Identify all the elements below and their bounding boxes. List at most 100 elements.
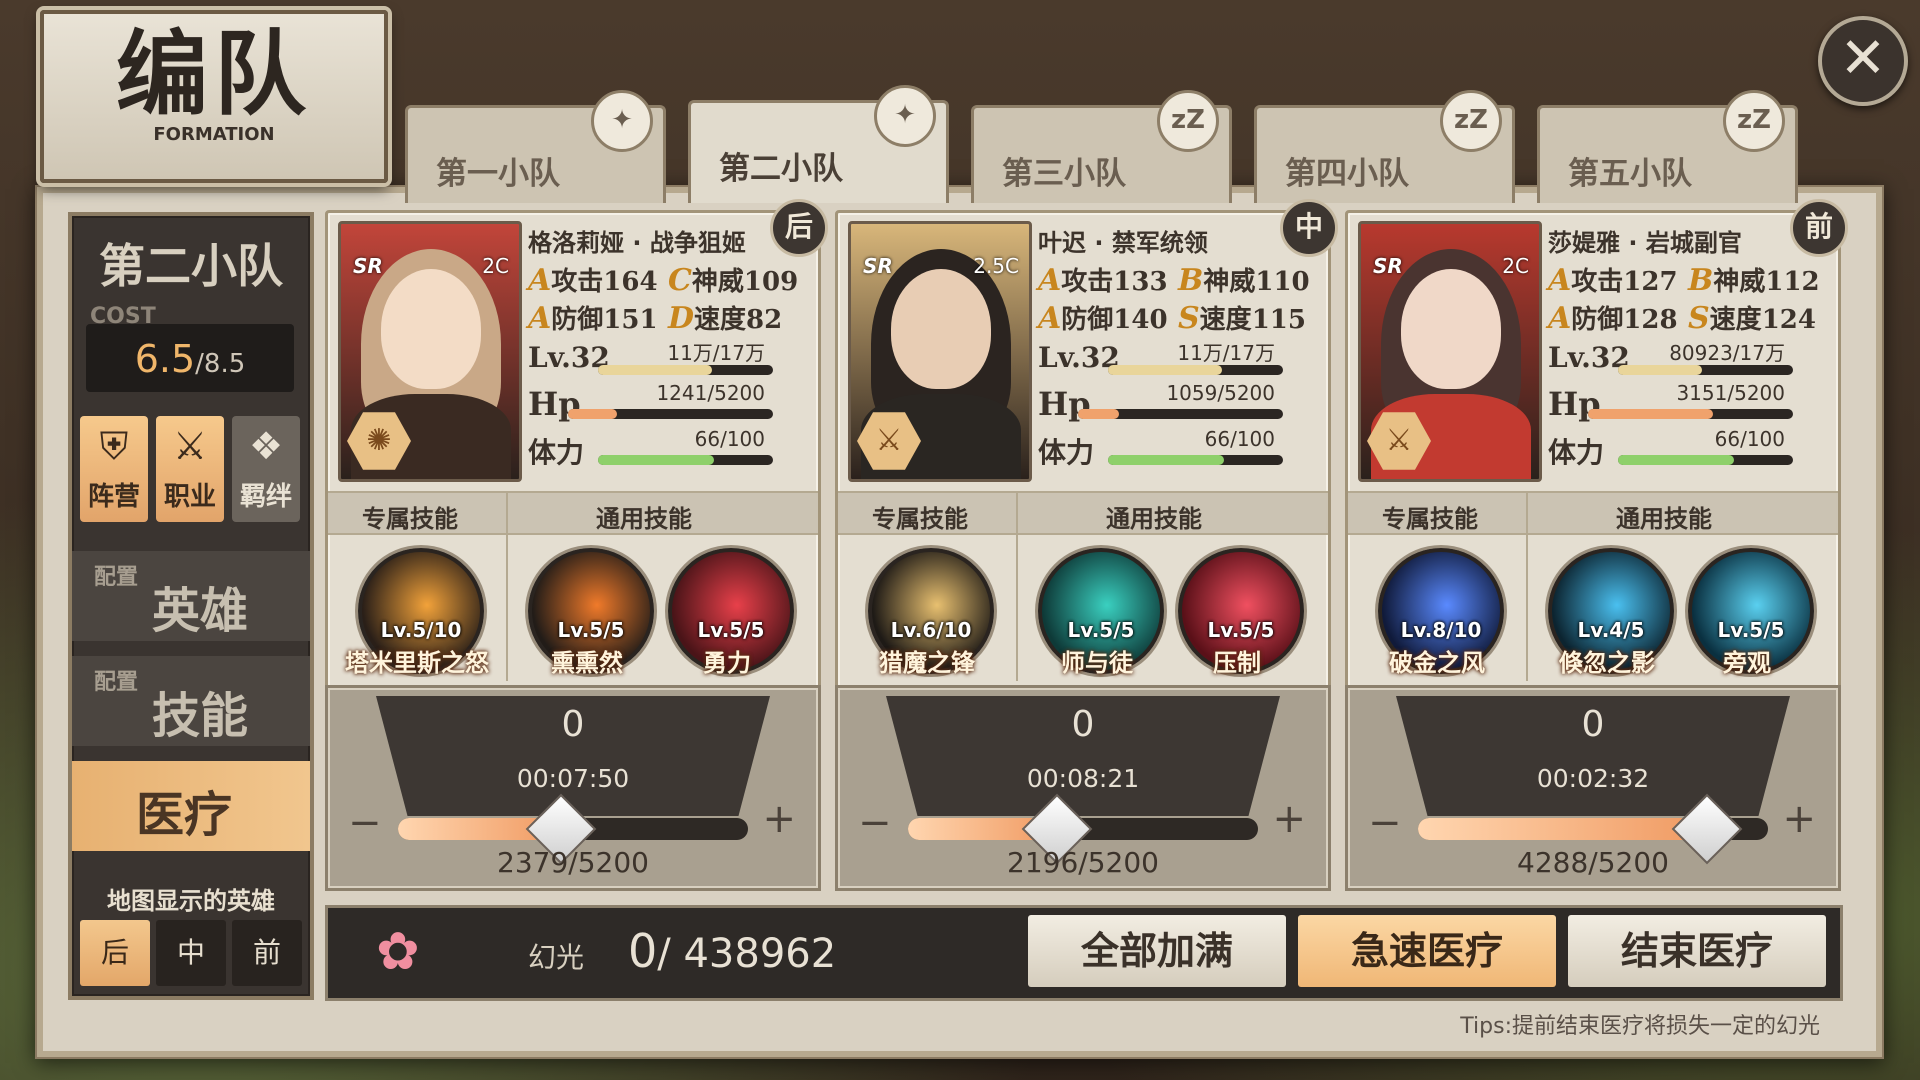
- sidebar: 第二小队 COST 6.5/8.5 ⛨ 阵营 ⚔ 职业 ❖ 羁绊 配置 英雄 配…: [68, 212, 314, 1000]
- skill-level: Lv.4/5: [1577, 618, 1645, 642]
- stat-speed: S速度124: [1688, 301, 1816, 336]
- minus-button[interactable]: −: [348, 800, 382, 846]
- menu-big-label: 技能: [152, 688, 249, 744]
- hero-portrait[interactable]: SR 2C ⚔: [1358, 221, 1542, 482]
- stamina-row: 体力 66/100: [1038, 427, 1293, 471]
- title-plate: 编队 FORMATION: [40, 10, 388, 183]
- hero-card[interactable]: SR 2C ⚔ 前 莎媞雅 · 岩城副官 A攻击127 B神威112 A防御12…: [1345, 199, 1848, 691]
- hero-cost: 2C: [482, 254, 509, 278]
- hp-bar-fill: [1078, 409, 1119, 419]
- page-subtitle: FORMATION: [153, 124, 275, 145]
- stamina-value: 66/100: [1204, 427, 1275, 451]
- hp-bar-fill: [568, 409, 618, 419]
- sparkle-icon: ✦: [874, 85, 936, 147]
- heal-count: 0: [1071, 704, 1095, 745]
- general-skill-label: 通用技能: [596, 505, 692, 533]
- exclusive-skill-label: 专属技能: [1382, 505, 1478, 533]
- end-heal-button[interactable]: 结束医疗: [1568, 915, 1826, 987]
- minus-button[interactable]: −: [1368, 800, 1402, 846]
- hero-card[interactable]: SR 2.5C ⚔ 中 叶迟 · 禁军统领 A攻击133 B神威110 A防御1…: [835, 199, 1338, 691]
- menu-configure-skills[interactable]: 配置 技能: [72, 656, 310, 746]
- class-button[interactable]: ⚔ 职业: [156, 416, 224, 522]
- menu-small-label: 配置: [94, 670, 139, 695]
- bottom-bar: ✿ 幻光 0/ 438962 全部加满 急速医疗 结束医疗: [325, 905, 1843, 1001]
- heal-slider[interactable]: [398, 793, 748, 865]
- skill-level: Lv.8/10: [1400, 618, 1482, 642]
- exclusive-skill-label: 专属技能: [362, 505, 458, 533]
- menu-small-label: 配置: [94, 565, 139, 590]
- skill-level: Lv.5/5: [1067, 618, 1135, 642]
- skill-level: Lv.5/5: [557, 618, 625, 642]
- hero-cost: 2.5C: [973, 254, 1019, 278]
- sleep-icon: zZ: [1723, 90, 1785, 152]
- heal-hp-value: 2379/5200: [497, 846, 649, 879]
- stamina-bar: [1108, 455, 1283, 465]
- general-skill-label: 通用技能: [1106, 505, 1202, 533]
- stamina-bar-fill: [1618, 455, 1734, 465]
- stamina-row: 体力 66/100: [1548, 427, 1803, 471]
- tab-team-4[interactable]: 第四小队 zZ: [1254, 90, 1515, 203]
- fill-all-button[interactable]: 全部加满: [1028, 915, 1286, 987]
- hero-portrait[interactable]: SR 2.5C ⚔: [848, 221, 1032, 482]
- position-front-button[interactable]: 前: [232, 920, 302, 986]
- hero-face: [381, 269, 481, 389]
- rush-heal-button[interactable]: 急速医疗: [1298, 915, 1556, 987]
- heal-slider[interactable]: [908, 793, 1258, 865]
- plus-button[interactable]: +: [762, 796, 796, 842]
- position-badge: 后: [770, 199, 828, 257]
- minus-button[interactable]: −: [858, 800, 892, 846]
- tips-text: Tips:提前结束医疗将损失一定的幻光: [1460, 1014, 1820, 1039]
- general-skill-label: 通用技能: [1616, 505, 1712, 533]
- exp-bar-fill: [1108, 365, 1222, 375]
- bond-button[interactable]: ❖ 羁绊: [232, 416, 300, 522]
- plus-button[interactable]: +: [1272, 796, 1306, 842]
- hero-name: 莎媞雅 · 岩城副官: [1548, 229, 1742, 257]
- skill-name: 师与徒: [1061, 649, 1133, 677]
- skill-level: Lv.5/5: [1207, 618, 1275, 642]
- close-icon[interactable]: ✕: [1818, 16, 1908, 106]
- stamina-value: 66/100: [1714, 427, 1785, 451]
- currency-value: 0/ 438962: [628, 924, 836, 978]
- hero-portrait[interactable]: SR 2C ✺: [338, 221, 522, 482]
- skill-name: 压制: [1213, 649, 1261, 677]
- hp-row: Hp 3151/5200: [1548, 381, 1803, 425]
- tab-label: 第五小队: [1568, 156, 1692, 192]
- faction-button[interactable]: ⛨ 阵营: [80, 416, 148, 522]
- menu-healing[interactable]: 医疗: [72, 761, 310, 851]
- rarity-badge: SR: [1373, 254, 1403, 278]
- tab-team-1[interactable]: 第一小队 ✦: [405, 90, 666, 203]
- plus-button[interactable]: +: [1782, 796, 1816, 842]
- hero-face: [891, 269, 991, 389]
- hp-row: Hp 1059/5200: [1038, 381, 1293, 425]
- handshake-icon: ❖: [248, 424, 284, 468]
- lotus-flower-icon: ✿: [376, 922, 420, 982]
- position-back-button[interactable]: 后: [80, 920, 150, 986]
- menu-big-label: 医疗: [136, 787, 233, 843]
- stamina-label: 体力: [528, 436, 585, 469]
- hp-value: 3151/5200: [1676, 381, 1785, 405]
- heal-hp-value: 2196/5200: [1007, 846, 1159, 879]
- hp-bar: [1078, 409, 1283, 419]
- tab-team-5[interactable]: 第五小队 zZ: [1537, 90, 1798, 203]
- heal-count: 0: [1581, 704, 1605, 745]
- exp-bar: [598, 365, 773, 375]
- exp-bar-fill: [598, 365, 712, 375]
- tab-team-3[interactable]: 第三小队 zZ: [971, 90, 1232, 203]
- skill-level: Lv.6/10: [890, 618, 972, 642]
- team-name: 第二小队: [99, 239, 283, 293]
- sleep-icon: zZ: [1440, 90, 1502, 152]
- menu-configure-heroes[interactable]: 配置 英雄: [72, 551, 310, 641]
- position-middle-button[interactable]: 中: [156, 920, 226, 986]
- heal-slider[interactable]: [1418, 793, 1768, 865]
- page-title: 编队: [115, 20, 312, 128]
- currency-label: 幻光: [528, 941, 585, 974]
- heal-time: 00:02:32: [1536, 764, 1650, 793]
- stat-attack: A攻击133: [1038, 263, 1168, 298]
- hero-card[interactable]: SR 2C ✺ 后 格洛莉娅 · 战争狙姬 A攻击164 C神威109 A防御1…: [325, 199, 828, 691]
- tab-team-2[interactable]: 第二小队 ✦: [688, 85, 949, 203]
- faction-label: 阵营: [87, 482, 140, 512]
- exclusive-skill-label: 专属技能: [872, 505, 968, 533]
- stat-attack: A攻击127: [1548, 263, 1678, 298]
- stat-speed: S速度115: [1178, 301, 1306, 336]
- hp-value: 1241/5200: [656, 381, 765, 405]
